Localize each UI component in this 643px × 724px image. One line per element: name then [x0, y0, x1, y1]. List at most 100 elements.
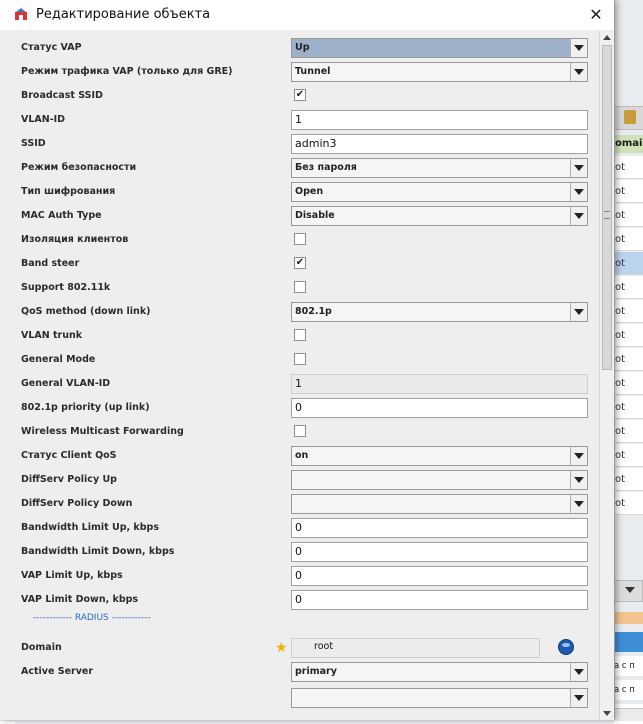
form-row: QoS method (down link) 802.1p: [15, 300, 599, 324]
background-right-blue: [614, 632, 643, 652]
select-field[interactable]: 802.1p: [291, 302, 588, 322]
background-text: а с п: [614, 680, 643, 700]
text-input[interactable]: 0: [291, 590, 588, 610]
chevron-down-icon[interactable]: [570, 39, 587, 57]
vertical-scrollbar[interactable]: [599, 31, 614, 720]
select-field[interactable]: Open: [291, 182, 588, 202]
form-row: DiffServ Policy Down: [15, 492, 599, 516]
field-label: VAP Limit Down, kbps: [21, 594, 139, 605]
chevron-down-icon[interactable]: [570, 447, 587, 465]
select-field[interactable]: Tunnel: [291, 62, 588, 82]
form-row: Статус VAP Up: [15, 36, 599, 60]
scroll-thumb[interactable]: [602, 45, 612, 370]
text-input[interactable]: admin3: [291, 134, 588, 154]
form-row-partial: [15, 686, 599, 710]
checkbox[interactable]: ✔: [294, 89, 306, 101]
background-cell: ot: [614, 156, 643, 179]
select-field[interactable]: Disable: [291, 206, 588, 226]
chevron-down-icon[interactable]: [570, 689, 587, 707]
form-row: Режим безопасности Без пароля: [15, 156, 599, 180]
checkbox[interactable]: [294, 329, 306, 341]
select-field[interactable]: on: [291, 446, 588, 466]
toolbar-tool-icon[interactable]: [624, 110, 636, 124]
form-row: Broadcast SSID ✔: [15, 84, 599, 108]
field-label: Bandwidth Limit Up, kbps: [21, 522, 159, 533]
text-input[interactable]: 0: [291, 398, 588, 418]
active-server-select[interactable]: primary: [291, 662, 588, 682]
select-value: on: [295, 450, 309, 461]
background-cell: ot: [614, 372, 643, 395]
chevron-down-icon[interactable]: [570, 303, 587, 321]
checkbox[interactable]: [294, 425, 306, 437]
text-input[interactable]: 1: [291, 110, 588, 130]
form-row: VLAN-ID 1: [15, 108, 599, 132]
background-cell: ot: [614, 396, 643, 419]
field-label: QoS method (down link): [21, 306, 151, 317]
form-row: VAP Limit Up, kbps 0: [15, 564, 599, 588]
chevron-down-icon[interactable]: [570, 471, 587, 489]
field-label: Domain: [21, 642, 62, 653]
text-input[interactable]: 0: [291, 518, 588, 538]
field-label: VAP Limit Up, kbps: [21, 570, 123, 581]
form-row: Статус Client QoS on: [15, 444, 599, 468]
field-label: Band steer: [21, 258, 80, 269]
form-row: Bandwidth Limit Down, kbps 0: [15, 540, 599, 564]
background-cell: ot: [614, 300, 643, 323]
background-cell: ot: [614, 444, 643, 467]
scroll-down-icon[interactable]: [600, 706, 614, 720]
form-row: Изоляция клиентов: [15, 228, 599, 252]
field-label: Режим трафика VAP (только для GRE): [21, 66, 233, 77]
select-value: Без пароля: [295, 162, 357, 173]
partial-select[interactable]: [291, 688, 588, 708]
select-field[interactable]: [291, 494, 588, 514]
background-right-toolbar: [614, 106, 643, 130]
background-right-scroll[interactable]: [614, 580, 643, 602]
select-field[interactable]: Без пароля: [291, 158, 588, 178]
checkbox[interactable]: ✔: [294, 257, 306, 269]
form-row: Band steer ✔: [15, 252, 599, 276]
globe-icon[interactable]: [558, 639, 574, 655]
text-input[interactable]: 0: [291, 542, 588, 562]
select-field[interactable]: Up: [291, 38, 588, 58]
checkbox[interactable]: [294, 353, 306, 365]
background-text: а с п: [614, 656, 643, 676]
form-row: Wireless Multicast Forwarding: [15, 420, 599, 444]
chevron-down-icon[interactable]: [570, 159, 587, 177]
field-label: Wireless Multicast Forwarding: [21, 426, 184, 437]
text-input[interactable]: 0: [291, 566, 588, 586]
grip-icon: [604, 211, 610, 219]
scroll-up-icon[interactable]: [600, 31, 614, 45]
chevron-down-icon[interactable]: [570, 495, 587, 513]
checkbox[interactable]: [294, 281, 306, 293]
chevron-down-icon[interactable]: [570, 207, 587, 225]
background-cell: ot: [614, 492, 643, 515]
field-label: VLAN-ID: [21, 114, 66, 125]
close-button[interactable]: ✕: [582, 2, 610, 28]
close-icon: ✕: [589, 5, 603, 24]
background-cell: ot: [614, 276, 643, 299]
checkbox[interactable]: [294, 233, 306, 245]
star-icon[interactable]: ★: [275, 640, 288, 656]
field-label: Статус Client QoS: [21, 450, 117, 461]
form-row: General VLAN-ID 1: [15, 372, 599, 396]
background-cell: ot: [614, 180, 643, 203]
select-field[interactable]: [291, 470, 588, 490]
chevron-down-icon[interactable]: [570, 663, 587, 681]
form-row: SSID admin3: [15, 132, 599, 156]
background-cell: ot: [614, 468, 643, 491]
field-label: Режим безопасности: [21, 162, 137, 173]
field-label: DiffServ Policy Down: [21, 498, 133, 509]
field-label: Support 802.11k: [21, 282, 111, 293]
field-label: General Mode: [21, 354, 96, 365]
readonly-field: 1: [291, 374, 588, 394]
form-panel: ------------ RADIUS ------------ Domain …: [15, 31, 599, 720]
chevron-down-icon[interactable]: [570, 183, 587, 201]
select-value: Tunnel: [295, 66, 331, 77]
field-label: Bandwidth Limit Down, kbps: [21, 546, 175, 557]
domain-field[interactable]: root: [291, 638, 540, 658]
form-row-active-server: Active Server primary: [15, 660, 599, 684]
form-row: VLAN trunk: [15, 324, 599, 348]
form-row: 802.1p priority (up link) 0: [15, 396, 599, 420]
chevron-down-icon[interactable]: [570, 63, 587, 81]
form-row: Bandwidth Limit Up, kbps 0: [15, 516, 599, 540]
